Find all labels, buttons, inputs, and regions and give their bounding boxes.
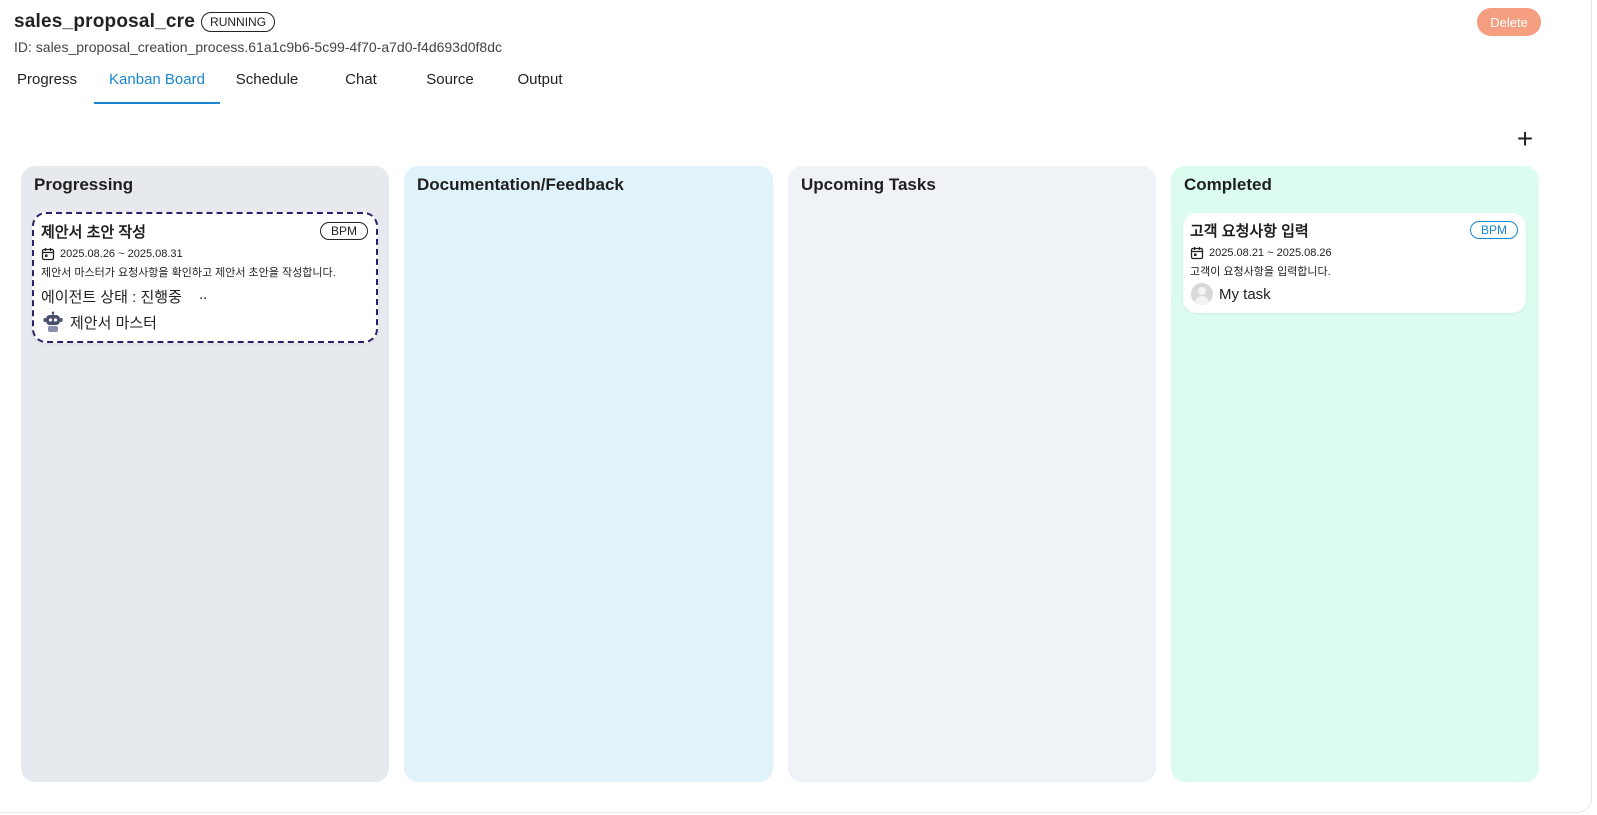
column-title: Upcoming Tasks [801, 175, 936, 194]
column-progressing: Progressing 제안서 초안 작성 BPM 2025.08.26 ~ 2… [21, 166, 389, 782]
assignee-name: My task [1219, 285, 1271, 303]
assignee-name: 제안서 마스터 [70, 314, 157, 332]
column-upcoming-tasks: Upcoming Tasks [788, 166, 1156, 782]
date-range: 2025.08.21 ~ 2025.08.26 [1209, 247, 1332, 259]
calendar-icon [1190, 247, 1204, 260]
agent-status: 에이전트 상태 : 진행중 [41, 289, 182, 306]
column-title: Progressing [34, 175, 134, 194]
date-range: 2025.08.26 ~ 2025.08.31 [60, 248, 183, 260]
tab-progress[interactable]: Progress [0, 60, 94, 102]
avatar-icon [1191, 283, 1213, 305]
column-title: Documentation/Feedback [417, 175, 624, 194]
tab-bar: Progress Kanban Board Schedule Chat Sour… [0, 60, 588, 104]
delete-button[interactable]: Delete [1477, 8, 1541, 36]
loading-dots: .. [199, 286, 208, 303]
add-button[interactable]: + [1511, 125, 1539, 154]
bpm-badge: BPM [1469, 221, 1518, 239]
task-card[interactable]: 고객 요청사항 입력 BPM 2025.08.21 ~ 2025.08.26 고… [1183, 213, 1526, 313]
title-row: sales_proposal_cre RUNNING [14, 11, 276, 33]
calendar-icon [41, 248, 55, 261]
date-row: 2025.08.26 ~ 2025.08.31 [41, 247, 183, 261]
tab-source[interactable]: Source [408, 60, 492, 102]
card-title: 고객 요청사항 입력 [1190, 223, 1309, 240]
tab-kanban-board[interactable]: Kanban Board [94, 60, 220, 104]
card-description: 제안서 마스터가 요청사항을 확인하고 제안서 초안을 작성합니다. [41, 267, 336, 279]
tab-output[interactable]: Output [492, 60, 588, 102]
tab-schedule[interactable]: Schedule [220, 60, 314, 102]
app-frame: sales_proposal_cre RUNNING ID: sales_pro… [0, 0, 1592, 813]
card-description: 고객이 요청사항을 입력합니다. [1190, 266, 1331, 278]
column-title: Completed [1184, 175, 1272, 194]
assignee: My task [1191, 283, 1271, 305]
card-title: 제안서 초안 작성 [41, 224, 146, 241]
tab-chat[interactable]: Chat [314, 60, 408, 102]
column-completed: Completed 고객 요청사항 입력 BPM 2025.08.21 ~ 20… [1171, 166, 1539, 782]
date-row: 2025.08.21 ~ 2025.08.26 [1190, 246, 1332, 260]
task-card[interactable]: 제안서 초안 작성 BPM 2025.08.26 ~ 2025.08.31 제안… [32, 212, 378, 343]
column-documentation-feedback: Documentation/Feedback [404, 166, 773, 782]
assignee: 제안서 마스터 [42, 311, 157, 333]
process-title: sales_proposal_cre [14, 11, 196, 32]
robot-icon [43, 311, 63, 332]
bpm-badge: BPM [319, 222, 368, 240]
process-id: ID: sales_proposal_creation_process.61a1… [14, 39, 502, 55]
status-badge: RUNNING [201, 12, 276, 32]
